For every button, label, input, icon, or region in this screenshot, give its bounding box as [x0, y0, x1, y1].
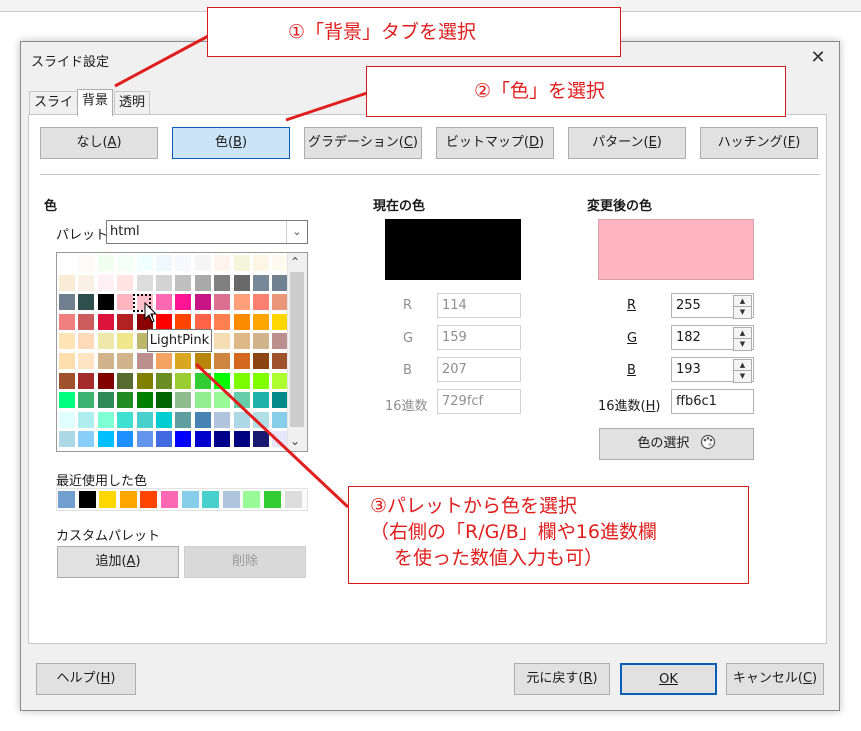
- arrow-1: [114, 32, 213, 88]
- annotation-callout-3: ③パレットから色を選択 （右側の「R/G/B」欄や16進数欄 を使った数値入力も…: [348, 486, 749, 584]
- annotation-callout-1: ①「背景」タブを選択: [207, 7, 621, 57]
- arrow-2: [285, 90, 371, 122]
- tab-background[interactable]: 背景: [77, 89, 114, 116]
- callout-3-line-3: を使った数値入力も可）: [394, 547, 604, 569]
- arrow-3: [194, 362, 350, 509]
- annotation-callout-2: ②「色」を選択: [366, 66, 786, 117]
